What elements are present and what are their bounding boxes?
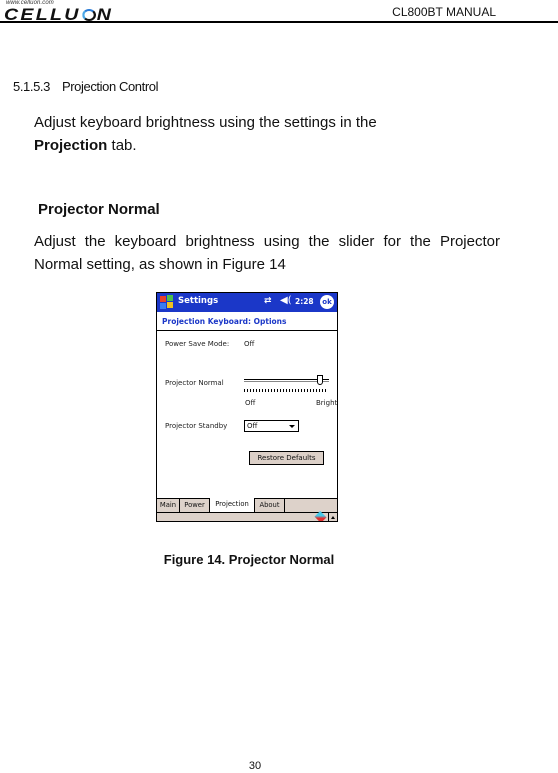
dropdown-arrow-icon bbox=[289, 425, 295, 428]
intro-paragraph: Adjust keyboard brightness using the set… bbox=[34, 111, 500, 157]
device-screenshot: Settings ⇄ ◀( 2:28 ok Projection Keyboar… bbox=[156, 292, 338, 522]
logo-o-icon bbox=[81, 9, 96, 21]
projector-standby-dropdown[interactable]: Off bbox=[244, 420, 299, 432]
tab-projection[interactable]: Projection bbox=[210, 498, 255, 512]
section-title: Projection Control bbox=[61, 79, 159, 94]
subsection-paragraph: Adjust the keyboard brightness using the… bbox=[34, 233, 500, 273]
app-title: Settings bbox=[178, 296, 219, 306]
power-save-value: Off bbox=[244, 340, 255, 348]
subtitle-divider bbox=[157, 330, 337, 331]
intro-text: Adjust keyboard brightness using the set… bbox=[34, 114, 377, 131]
page-subtitle: Projection Keyboard: Options bbox=[162, 317, 287, 326]
manual-title: CL800BT MANUAL bbox=[392, 5, 496, 19]
clock[interactable]: 2:28 bbox=[295, 297, 314, 306]
tab-about[interactable]: About bbox=[255, 499, 285, 512]
page-number: 30 bbox=[248, 760, 262, 772]
section-heading: 5.1.5.3 Projection Control bbox=[13, 79, 159, 94]
windows-start-icon[interactable] bbox=[159, 295, 174, 309]
figure-caption: Figure 14. Projector Normal bbox=[163, 552, 335, 567]
restore-defaults-button[interactable]: Restore Defaults bbox=[249, 451, 324, 465]
command-bar bbox=[157, 510, 337, 521]
intro-tail: tab. bbox=[107, 137, 137, 154]
power-save-label: Power Save Mode: bbox=[165, 340, 230, 348]
input-panel-icon[interactable] bbox=[314, 510, 327, 521]
title-bar: Settings ⇄ ◀( 2:28 ok bbox=[157, 293, 337, 312]
projector-normal-label: Projector Normal bbox=[165, 379, 224, 387]
dropdown-value: Off bbox=[247, 422, 258, 430]
ok-button[interactable]: ok bbox=[320, 295, 334, 309]
sip-arrow-icon[interactable] bbox=[331, 516, 335, 519]
sip-separator bbox=[328, 513, 329, 521]
slider-ticks bbox=[244, 389, 326, 392]
projector-standby-label: Projector Standby bbox=[165, 422, 228, 430]
volume-icon[interactable]: ◀( bbox=[280, 295, 292, 306]
slider-max-label: Bright bbox=[316, 399, 338, 407]
tab-power[interactable]: Power bbox=[180, 499, 210, 512]
intro-bold: Projection bbox=[34, 137, 108, 154]
slider-min-label: Off bbox=[245, 399, 256, 407]
connectivity-icon[interactable]: ⇄ bbox=[264, 296, 272, 306]
subsection-title: Projector Normal bbox=[38, 201, 160, 218]
header-divider bbox=[0, 21, 558, 23]
brightness-slider-thumb[interactable] bbox=[316, 375, 323, 385]
section-number: 5.1.5.3 bbox=[13, 79, 50, 94]
tab-bar: Main Power Projection About bbox=[157, 498, 337, 513]
tab-main[interactable]: Main bbox=[157, 499, 180, 512]
